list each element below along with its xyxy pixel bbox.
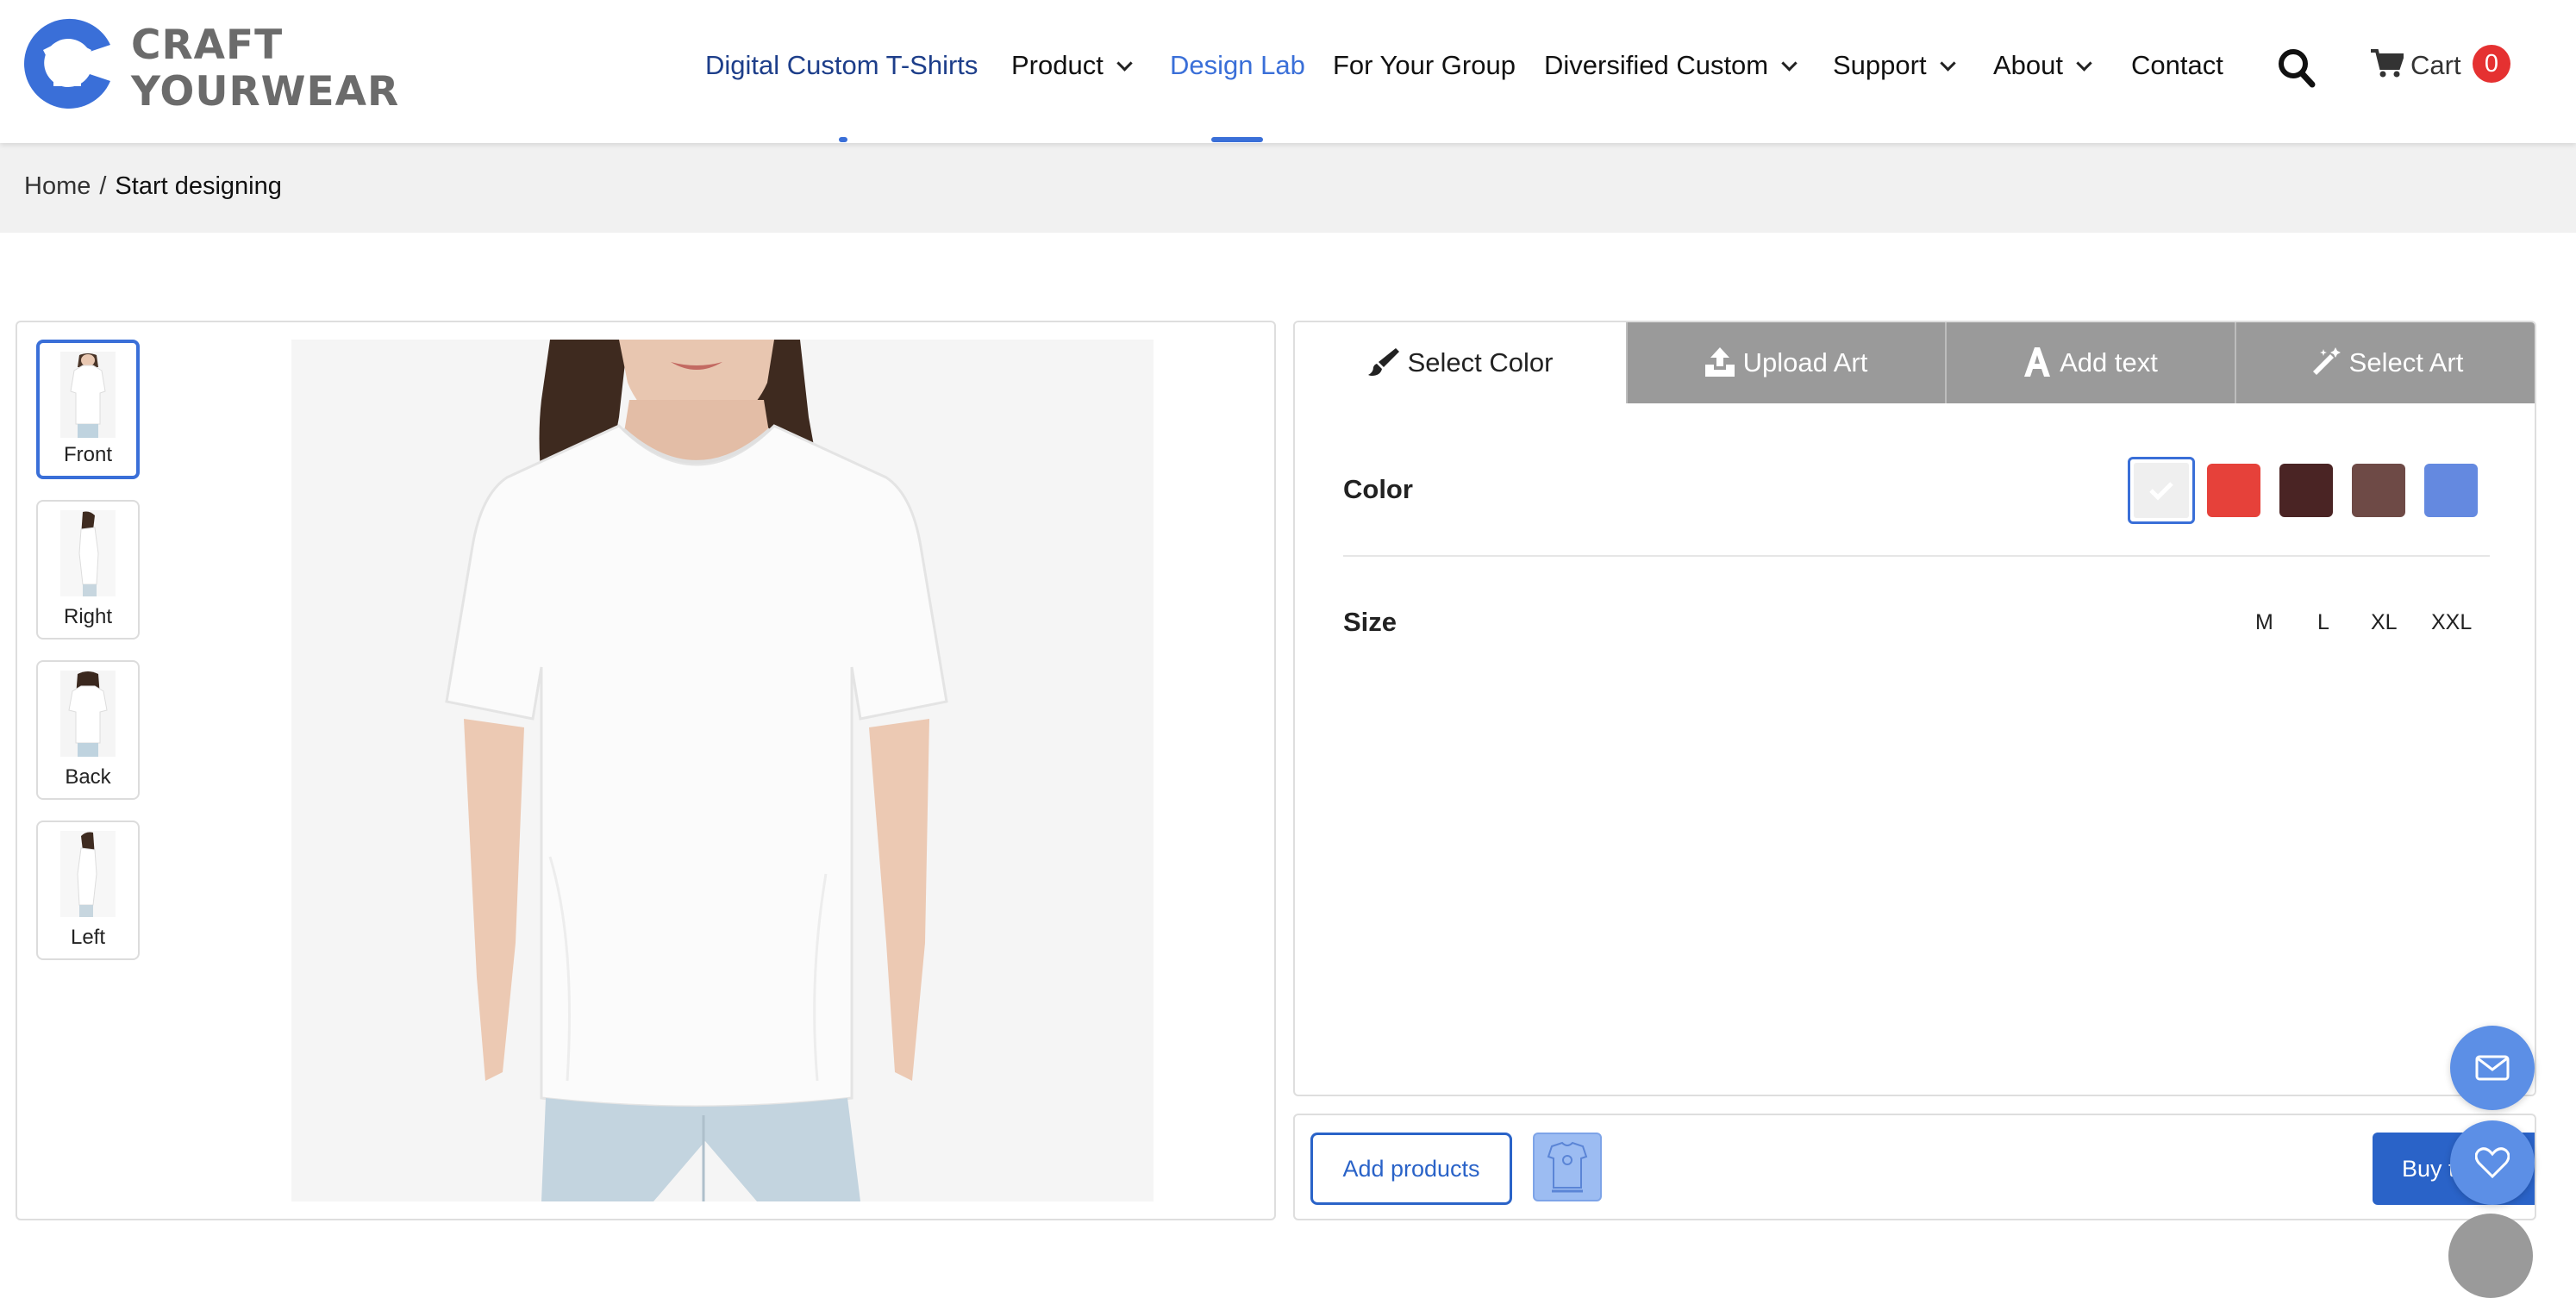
product-preview-panel: Front Right Back Left [16, 321, 1276, 1220]
tab-upload-art[interactable]: Upload Art [1626, 322, 1945, 403]
nav-design-lab[interactable]: Design Lab [1170, 41, 1305, 93]
chevron-down-icon [1939, 55, 1956, 72]
color-swatch-white[interactable] [2128, 457, 2195, 524]
nav-about[interactable]: About [1993, 41, 2092, 93]
nav-support[interactable]: Support [1833, 41, 1956, 93]
view-thumb-front[interactable]: Front [36, 340, 140, 479]
breadcrumb-separator: / [99, 172, 107, 200]
color-label: Color [1343, 474, 1413, 504]
color-swatch-dark-brown[interactable] [2279, 464, 2333, 517]
tab-label: Add text [2060, 347, 2158, 378]
size-option-m[interactable]: M [2255, 610, 2273, 635]
left-view-thumbnail [60, 831, 116, 917]
font-letter-icon [2024, 346, 2051, 377]
breadcrumb-current: Start designing [115, 172, 282, 200]
color-swatch-brown[interactable] [2352, 464, 2405, 517]
nav-for-your-group[interactable]: For Your Group [1333, 41, 1516, 93]
view-thumb-right[interactable]: Right [36, 500, 140, 640]
size-option-xxl[interactable]: XXL [2431, 610, 2472, 635]
nav-active-underline [1211, 137, 1263, 142]
view-label: Right [63, 605, 113, 628]
chevron-down-icon [1781, 55, 1798, 72]
section-divider [1343, 555, 2490, 557]
size-label: Size [1343, 607, 1397, 637]
view-thumb-back[interactable]: Back [36, 660, 140, 800]
brand-name: CRAFT YOURWEAR [131, 22, 400, 115]
search-icon[interactable] [2276, 45, 2317, 90]
design-action-bar: Add products Buy t [1293, 1114, 2536, 1220]
tab-label: Select Color [1407, 347, 1554, 378]
tab-label: Upload Art [1742, 347, 1868, 378]
right-view-thumbnail [60, 510, 116, 596]
tab-select-art[interactable]: Select Art [2235, 322, 2535, 403]
selected-product-thumbnail[interactable] [1533, 1133, 1602, 1201]
nav-diversified-custom[interactable]: Diversified Custom [1544, 41, 1798, 93]
breadcrumb: Home / Start designing [24, 172, 282, 201]
tshirt-icon [1547, 1141, 1588, 1193]
color-swatch-blue[interactable] [2424, 464, 2478, 517]
envelope-icon [2475, 1055, 2510, 1081]
breadcrumb-bar: Home / Start designing [0, 143, 2576, 233]
size-option-l[interactable]: L [2317, 610, 2329, 635]
tab-add-text[interactable]: Add text [1945, 322, 2235, 403]
paint-brush-icon [1367, 347, 1399, 376]
contact-email-float-button[interactable] [2450, 1026, 2535, 1110]
nav-digital-custom-tshirts[interactable]: Digital Custom T-Shirts [705, 41, 978, 93]
back-view-thumbnail [60, 671, 116, 757]
site-header: CRAFT YOURWEAR Digital Custom T-Shirts P… [0, 0, 2576, 143]
cart-label: Cart [2410, 50, 2461, 80]
tab-select-color[interactable]: Select Color [1295, 322, 1626, 403]
logo-mark-icon [24, 18, 110, 109]
view-thumb-left[interactable]: Left [36, 821, 140, 960]
tab-label: Select Art [2348, 347, 2464, 378]
nav-contact[interactable]: Contact [2131, 41, 2223, 93]
cart-icon [2371, 48, 2405, 78]
view-label: Back [65, 765, 111, 789]
brand-logo[interactable]: CRAFT YOURWEAR [17, 14, 398, 117]
chevron-down-icon [2076, 55, 2092, 72]
nav-product[interactable]: Product [1011, 41, 1133, 93]
chevron-down-icon [1116, 55, 1133, 72]
product-photo [291, 340, 1154, 1201]
design-options-panel: Select Color Upload Art Add text Select … [1293, 321, 2536, 1096]
tshirt-model-image [291, 340, 1154, 1201]
cart-button[interactable]: Cart [2371, 41, 2461, 93]
breadcrumb-home-link[interactable]: Home [24, 172, 91, 200]
size-option-xl[interactable]: XL [2371, 610, 2398, 635]
scroll-top-float-button[interactable] [2448, 1214, 2533, 1298]
wishlist-float-button[interactable] [2450, 1120, 2535, 1205]
nav-indicator-dot [839, 137, 847, 142]
magic-wand-icon [2312, 346, 2341, 375]
front-view-thumbnail [60, 352, 116, 438]
upload-icon [1704, 346, 1735, 377]
cart-count-badge: 0 [2473, 45, 2510, 83]
color-swatch-red[interactable] [2207, 464, 2260, 517]
view-label: Left [70, 926, 106, 949]
heart-icon [2475, 1147, 2510, 1178]
add-products-button[interactable]: Add products [1310, 1133, 1512, 1205]
view-label: Front [63, 443, 112, 466]
checkmark-icon [2149, 482, 2173, 501]
